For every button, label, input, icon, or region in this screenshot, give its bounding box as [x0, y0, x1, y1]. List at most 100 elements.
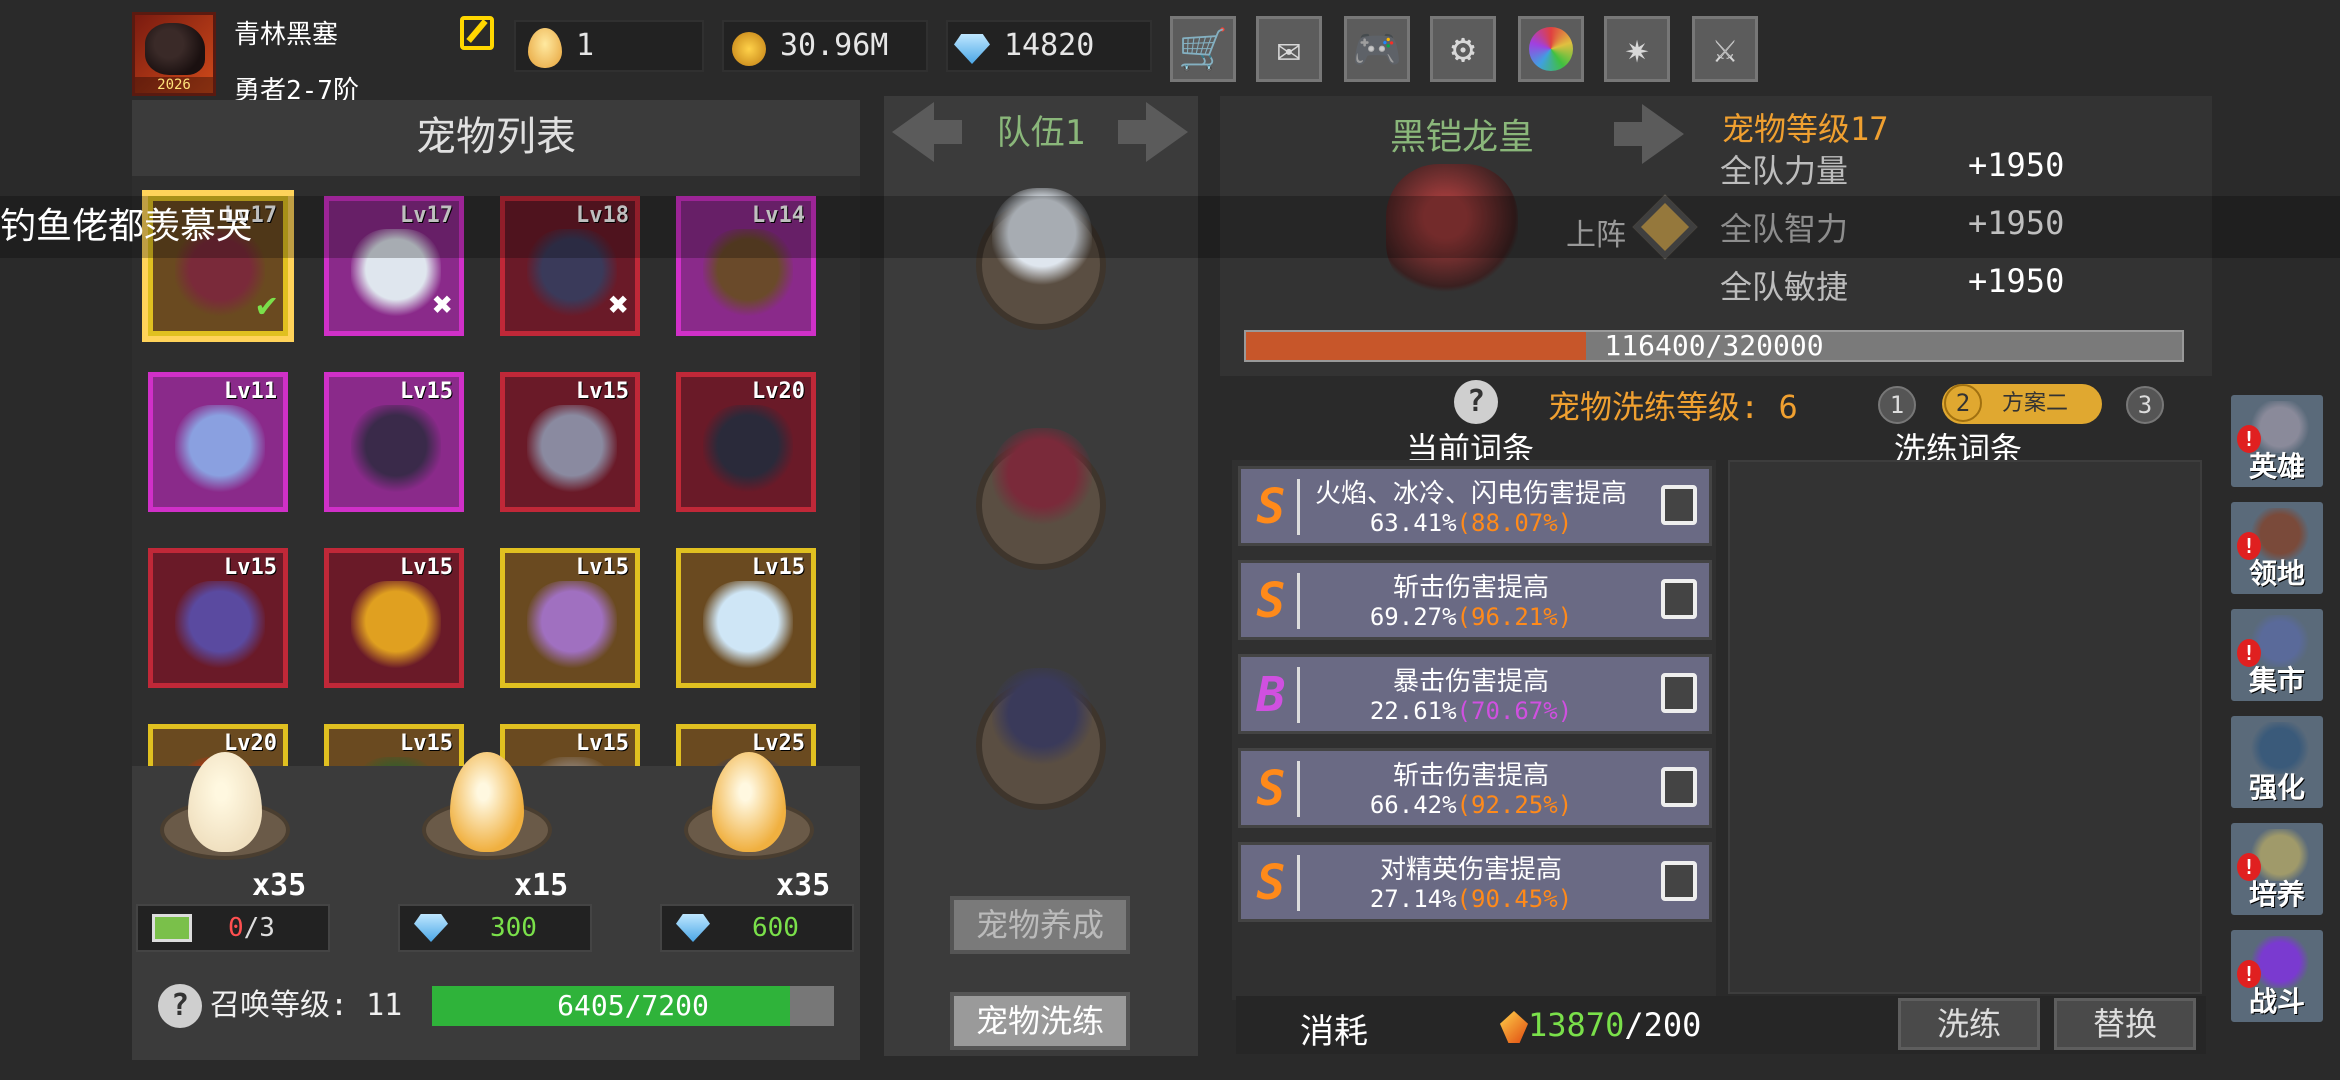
pet-card[interactable]: Lv15 — [324, 548, 464, 688]
nav-button[interactable]: 领地! — [2228, 499, 2326, 597]
affix-name: 暴击伤害提高 — [1392, 667, 1549, 697]
nav-button[interactable]: 集市! — [2228, 606, 2326, 704]
stat-row: 全队敏捷 +1950 — [1720, 262, 2064, 308]
unlock-icon[interactable] — [1661, 579, 1697, 619]
nav-button[interactable]: 战斗! — [2228, 927, 2326, 1025]
egg-count-label: x15 — [514, 868, 569, 903]
marquee-banner: 钓鱼佬都羡慕哭 — [0, 196, 2340, 258]
unlock-icon[interactable] — [1661, 485, 1697, 525]
pet-card[interactable]: Lv15 — [500, 548, 640, 688]
affix-value: 63.41%(88.07%) — [1301, 509, 1641, 537]
pet-cultivate-button[interactable]: 宠物养成 — [950, 896, 1130, 954]
pet-card[interactable]: Lv15 — [148, 548, 288, 688]
pet-portrait — [527, 581, 617, 671]
nav-button[interactable]: 强化 — [2228, 713, 2326, 811]
egg-price: 0/3 — [228, 906, 275, 950]
affix-value: 66.42%(92.25%) — [1301, 791, 1641, 819]
egg-price-button[interactable]: 300 — [398, 904, 592, 952]
egg-price: 600 — [752, 906, 799, 950]
affix-current-value: 63.41% — [1369, 509, 1457, 537]
affix-name: 火焰、冰冷、闪电伤害提高 — [1314, 479, 1627, 509]
pet-level-label: Lv15 — [400, 731, 453, 756]
shop-button[interactable]: 🛒 — [1166, 12, 1240, 86]
color-wheel-button[interactable] — [1514, 12, 1588, 86]
pet-level-label: Lv15 — [400, 555, 453, 580]
pet-card[interactable]: Lv11 — [148, 372, 288, 512]
pet-level-label: Lv20 — [752, 379, 805, 404]
unlock-icon[interactable] — [1661, 861, 1697, 901]
egg-price-value: 300 — [490, 913, 537, 943]
egg-count: 1 — [576, 28, 595, 63]
gamepad-button[interactable]: 🎮 — [1340, 12, 1414, 86]
avatar-year: 2026 — [135, 77, 213, 93]
egg-price-button[interactable]: 600 — [660, 904, 854, 952]
refine-help-icon[interactable]: ? — [1454, 380, 1498, 424]
replace-button[interactable]: 替换 — [2054, 998, 2196, 1050]
settings-button[interactable]: ⚙ — [1426, 12, 1500, 86]
pet-card[interactable]: Lv15 — [676, 548, 816, 688]
affix-divider — [1297, 573, 1300, 629]
summon-level-label: 召唤等级: — [210, 988, 367, 1023]
scheme-2-button[interactable]: 2 方案二 — [1942, 384, 2102, 424]
pet-card[interactable]: Lv15 — [324, 724, 464, 766]
scheme-3-button[interactable]: 3 — [2126, 386, 2164, 424]
cost-need: /200 — [1624, 1006, 1702, 1044]
unlock-icon[interactable] — [1661, 767, 1697, 807]
cost-have: 13870 — [1528, 1006, 1625, 1044]
stat-value: +1950 — [1968, 262, 2065, 300]
cart-icon: 🛒 — [1178, 26, 1228, 73]
refine-button[interactable]: 洗练 — [1898, 998, 2040, 1050]
color-wheel-icon — [1529, 27, 1573, 71]
egg-icon — [528, 28, 562, 68]
pet-card[interactable]: Lv15 — [500, 372, 640, 512]
scheme-1-button[interactable]: 1 — [1878, 386, 1916, 424]
pet-portrait — [351, 581, 441, 671]
affix-row[interactable]: S 斩击伤害提高 69.27%(96.21%) — [1238, 560, 1712, 640]
dragon-portrait — [145, 23, 205, 75]
affix-row[interactable]: S 对精英伤害提高 27.14%(90.45%) — [1238, 842, 1712, 922]
pet-list-title: 宠物列表 — [132, 104, 860, 170]
affix-max-value: (96.21%) — [1456, 603, 1573, 631]
edit-name-icon[interactable] — [460, 16, 494, 50]
pet-level-label: Lv11 — [224, 379, 277, 404]
crossed-swords-icon: ⚔ — [1712, 26, 1738, 72]
egg-price-value: 0 — [228, 913, 244, 943]
scheme-2-number: 2 — [1944, 384, 1982, 422]
pet-grid: Lv17 ✔ Lv17 ✖ Lv18 ✖ Lv14 Lv11 Lv15 Lv15 Lv20 Lv15 L… — [132, 176, 860, 766]
help-icon[interactable]: ? — [158, 984, 202, 1028]
pet-card[interactable]: Lv15 — [500, 724, 640, 766]
battle-button[interactable]: ⚔ — [1688, 12, 1762, 86]
nav-label: 强化 — [2248, 771, 2305, 804]
team-pet — [992, 428, 1092, 528]
refine-affix-column — [1728, 460, 2202, 994]
affix-current-value: 22.61% — [1369, 697, 1457, 725]
pet-level-label: Lv15 — [576, 379, 629, 404]
pet-portrait — [351, 405, 441, 495]
coin-icon — [732, 32, 766, 66]
pet-refine-button[interactable]: 宠物洗练 — [950, 992, 1130, 1050]
affix-row[interactable]: B 暴击伤害提高 22.61%(70.67%) — [1238, 654, 1712, 734]
unlock-icon[interactable] — [1661, 673, 1697, 713]
firework-button[interactable]: ✷ — [1600, 12, 1674, 86]
nav-button[interactable]: 培养! — [2228, 820, 2326, 918]
affix-max-value: (70.67%) — [1456, 697, 1573, 725]
egg-price-button[interactable]: 0/3 — [136, 904, 330, 952]
pet-card[interactable]: Lv20 — [676, 372, 816, 512]
pet-level-label: Lv15 — [576, 555, 629, 580]
affix-row[interactable]: S 斩击伤害提高 66.42%(92.25%) — [1238, 748, 1712, 828]
affix-row[interactable]: S 火焰、冰冷、闪电伤害提高 63.41%(88.07%) — [1238, 466, 1712, 546]
player-avatar[interactable]: 2026 — [132, 12, 216, 96]
affix-name: 斩击伤害提高 — [1392, 573, 1549, 603]
affix-current-value: 69.27% — [1369, 603, 1457, 631]
pet-name: 黑铠龙皇 — [1390, 117, 1535, 158]
nav-button[interactable]: 英雄! — [2228, 392, 2326, 490]
affix-divider — [1297, 479, 1300, 535]
affix-value: 27.14%(90.45%) — [1301, 885, 1641, 913]
pet-card[interactable]: Lv15 — [324, 372, 464, 512]
pet-level-label: Lv15 — [752, 555, 805, 580]
alert-icon: ! — [2237, 960, 2261, 988]
pet-level-label: Lv25 — [752, 731, 805, 756]
gem-icon — [414, 914, 448, 942]
mail-button[interactable]: ✉ — [1252, 12, 1326, 86]
player-name: 青林黑塞 — [234, 20, 339, 50]
